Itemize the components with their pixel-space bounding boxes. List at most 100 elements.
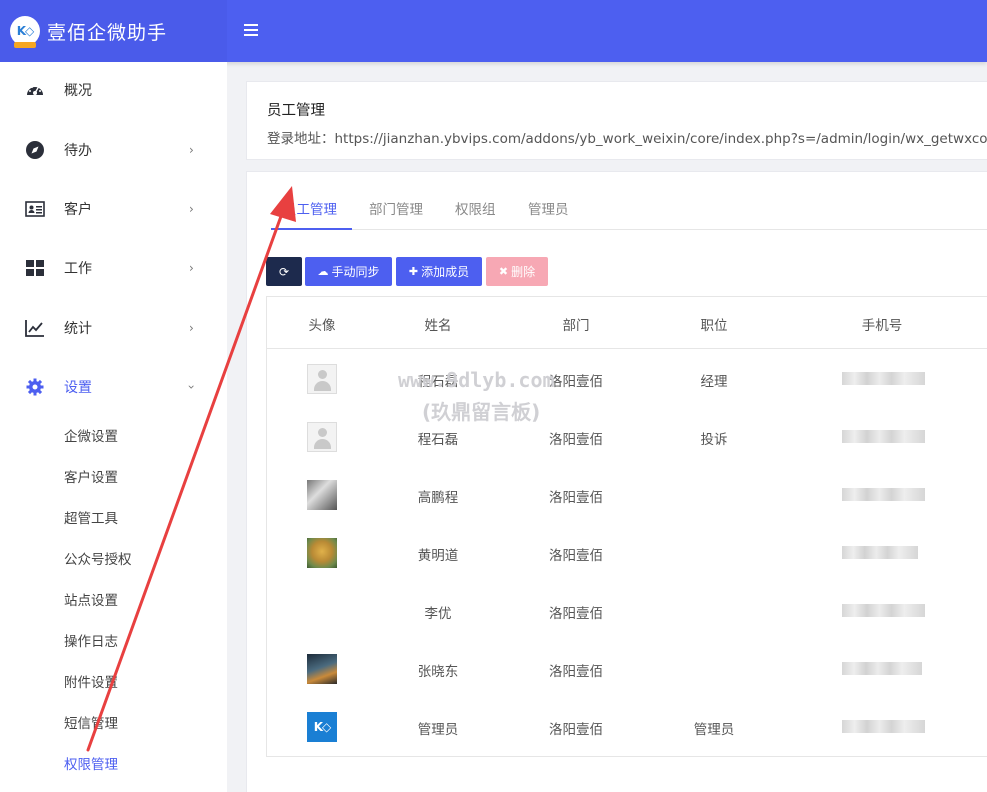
tab-administrators[interactable]: 管理员 [528,198,569,218]
top-bar: K◇ 壹佰企微助手 [0,0,987,62]
grid-icon [25,258,45,278]
add-member-button[interactable]: ✚ 添加成员 [396,257,482,286]
table-row[interactable]: K◇ 管理员 洛阳壹佰 管理员 [267,698,987,756]
submenu-item-permission-management[interactable]: 权限管理 [64,753,118,773]
sidebar-item-work[interactable]: 工作 › [0,248,227,288]
column-header-avatar: 头像 [308,318,336,334]
avatar [307,364,337,394]
cell-position: 投诉 [700,432,728,448]
cell-phone-redacted [842,488,925,501]
cell-department: 洛阳壹佰 [549,548,603,564]
main-card: 员工管理 部门管理 权限组 管理员 ⟳ ☁ 手动同步 ✚ 添加成员 ✖ 删除 头… [246,171,987,792]
submenu-item-operation-log[interactable]: 操作日志 [64,630,118,650]
column-header-name: 姓名 [424,318,452,334]
login-url[interactable]: 登录地址：https://jianzhan.ybvips.com/addons/… [267,127,987,147]
page-header-card: 员工管理 登录地址：https://jianzhan.ybvips.com/ad… [246,81,987,160]
cell-name: 黄明道 [417,548,459,564]
cell-phone-redacted [842,546,918,559]
tab-permission-group[interactable]: 权限组 [455,198,496,218]
avatar [307,538,337,568]
table-row[interactable]: 黄明道 洛阳壹佰 [267,524,987,582]
sidebar-item-todo[interactable]: 待办 › [0,130,227,170]
avatar [307,422,337,452]
app-title: 壹佰企微助手 [47,21,168,44]
close-icon: ✖ [498,265,509,278]
table-header: 头像 姓名 部门 职位 手机号 [267,297,987,349]
submenu-item-wecom-settings[interactable]: 企微设置 [64,425,118,445]
submenu-item-admin-tools[interactable]: 超管工具 [64,507,118,527]
submenu-item-sms-management[interactable]: 短信管理 [64,712,118,732]
sidebar-item-label: 统计 [64,321,92,337]
column-header-department: 部门 [562,318,590,334]
submenu-item-official-account-auth[interactable]: 公众号授权 [64,548,132,568]
cell-position: 经理 [700,374,728,390]
cell-department: 洛阳壹佰 [549,490,603,506]
column-header-position: 职位 [700,318,728,334]
sidebar-item-label: 待办 [64,143,92,159]
brand[interactable]: K◇ 壹佰企微助手 [0,0,227,62]
cell-department: 洛阳壹佰 [549,432,603,448]
sidebar: 概况 待办 › 客户 › 工作 › 统计 › 设置 › 企微设置 客户设置 超管… [0,62,227,792]
cell-department: 洛阳壹佰 [549,374,603,390]
sidebar-item-customer[interactable]: 客户 › [0,189,227,229]
cell-department: 洛阳壹佰 [549,664,603,680]
cell-phone-redacted [842,604,925,617]
plus-icon: ✚ [408,265,419,278]
cell-department: 洛阳壹佰 [549,722,603,738]
table-row[interactable]: 李优 洛阳壹佰 [267,582,987,640]
avatar [307,654,337,684]
compass-icon [25,140,45,160]
menu-toggle-icon[interactable] [244,24,258,38]
cell-phone-redacted [842,662,922,675]
table-row[interactable]: 程石磊 洛阳壹佰 投诉 [267,408,987,466]
cell-name: 程石磊 [417,432,459,448]
cell-phone-redacted [842,372,925,385]
cell-name: 程石磊 [417,374,459,390]
cell-position: 管理员 [693,722,735,738]
chevron-right-icon: › [189,261,194,275]
sidebar-item-settings[interactable]: 设置 › [0,367,227,407]
cell-name: 李优 [424,606,452,622]
chevron-right-icon: › [189,321,194,335]
app-logo-icon: K◇ [10,16,40,48]
chevron-right-icon: › [189,202,194,216]
avatar [307,480,337,510]
cell-name: 张晓东 [417,664,459,680]
table-row[interactable]: 高鹏程 洛阳壹佰 [267,466,987,524]
sidebar-item-overview[interactable]: 概况 [0,70,227,110]
sidebar-item-label: 设置 [64,380,92,396]
add-member-label: 添加成员 [421,265,470,279]
delete-label: 删除 [511,265,536,279]
dashboard-icon [25,80,45,100]
manual-sync-button[interactable]: ☁ 手动同步 [305,257,392,286]
line-chart-icon [25,318,45,338]
sidebar-item-label: 工作 [64,261,92,277]
submenu-item-customer-settings[interactable]: 客户设置 [64,466,118,486]
chevron-down-icon: › [184,384,199,390]
avatar: K◇ [307,712,337,742]
sidebar-item-label: 概况 [64,83,92,99]
sidebar-item-label: 客户 [64,202,92,218]
staff-table: 头像 姓名 部门 职位 手机号 程石磊 洛阳壹佰 经理 程石磊 洛阳壹佰 投诉 … [266,296,987,757]
tab-bar: 员工管理 部门管理 权限组 管理员 [271,190,987,230]
refresh-button[interactable]: ⟳ [266,257,302,286]
refresh-icon: ⟳ [278,264,290,279]
sidebar-item-stats[interactable]: 统计 › [0,308,227,348]
id-card-icon [25,199,45,219]
submenu-item-attachment-settings[interactable]: 附件设置 [64,671,118,691]
cell-department: 洛阳壹佰 [549,606,603,622]
table-row[interactable]: 程石磊 洛阳壹佰 经理 [267,350,987,408]
page-title: 员工管理 [267,103,325,119]
manual-sync-label: 手动同步 [331,265,380,279]
cell-name: 管理员 [417,722,459,738]
cell-phone-redacted [842,720,925,733]
delete-button[interactable]: ✖ 删除 [486,257,548,286]
tab-department-management[interactable]: 部门管理 [369,198,423,218]
cell-name: 高鹏程 [417,490,459,506]
active-tab-indicator [271,228,352,230]
cell-phone-redacted [842,430,925,443]
gear-icon [25,377,45,397]
tab-staff-management[interactable]: 员工管理 [283,198,337,218]
submenu-item-site-settings[interactable]: 站点设置 [64,589,118,609]
table-row[interactable]: 张晓东 洛阳壹佰 [267,640,987,698]
